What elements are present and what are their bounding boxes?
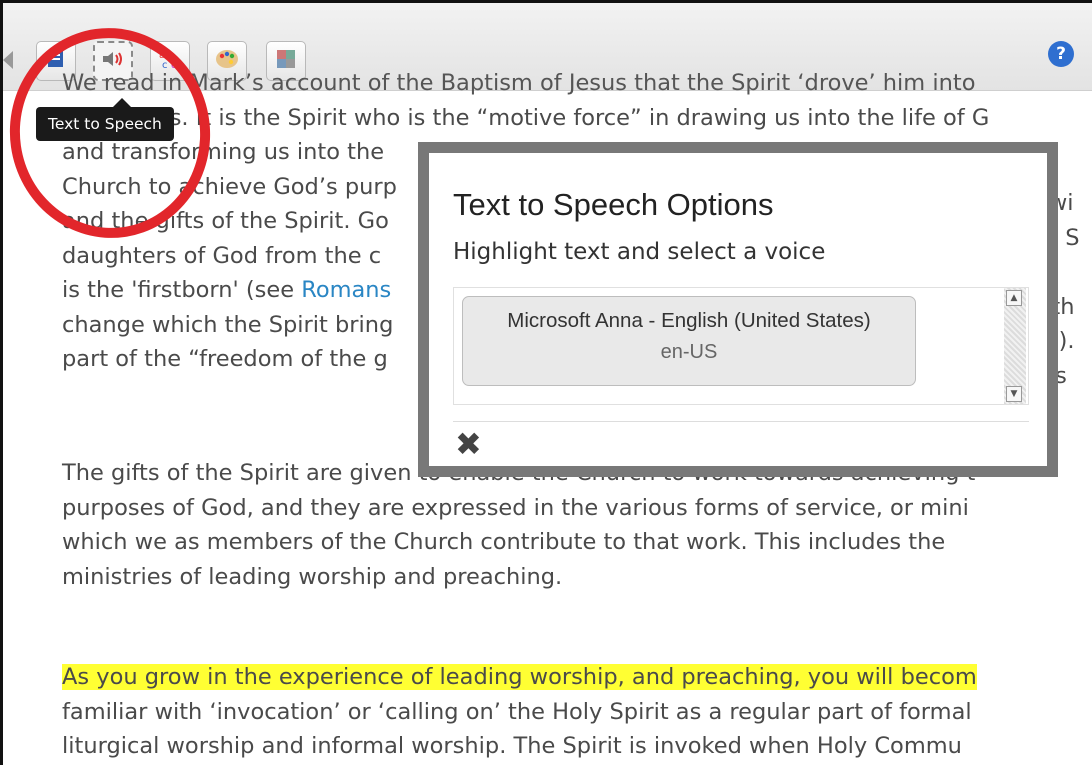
voice-option[interactable]: Microsoft Anna - English (United States)…	[462, 296, 916, 386]
scroll-down-icon[interactable]: ▼	[1006, 386, 1022, 402]
text-to-speech-tooltip: Text to Speech	[36, 107, 174, 141]
voice-name: Microsoft Anna - English (United States)	[507, 309, 871, 332]
highlighted-text: As you grow in the experience of leading…	[62, 664, 977, 690]
help-button[interactable]: ?	[1048, 41, 1074, 67]
tooltip-arrow	[113, 98, 131, 107]
paragraph-invocation: As you grow in the experience of leading…	[62, 660, 977, 764]
close-icon[interactable]: ✖	[455, 425, 482, 463]
voice-list: Microsoft Anna - English (United States)…	[453, 287, 1029, 405]
text-fragment: is the 'firstborn' (see	[62, 277, 302, 303]
romans-link[interactable]: Romans	[301, 277, 391, 303]
text-to-speech-dialog: Text to Speech Options Highlight text an…	[418, 142, 1058, 477]
text-line: which we as members of the Church contri…	[62, 529, 946, 555]
text-line: ministries of leading worship and preach…	[62, 563, 563, 590]
toolbar-scroll-left-icon[interactable]	[3, 51, 13, 69]
dialog-subtitle: Highlight text and select a voice	[453, 239, 826, 265]
text-line: purposes of God, and they are expressed …	[62, 494, 969, 521]
text-line: We read in Mark’s account of the Baptism…	[62, 70, 976, 96]
dialog-title: Text to Speech Options	[453, 187, 774, 222]
text-line: familiar with ‘invocation’ or ‘calling o…	[62, 698, 972, 725]
text-line: wilderness. It is the Spirit who is the …	[62, 104, 990, 131]
highlighted-text-line: As you grow in the experience of leading…	[62, 660, 977, 695]
dialog-divider	[453, 421, 1029, 422]
scroll-up-icon[interactable]: ▲	[1006, 290, 1022, 306]
voice-list-scrollbar[interactable]: ▲ ▼	[1004, 288, 1026, 404]
help-icon: ?	[1048, 41, 1074, 67]
voice-language-code: en-US	[660, 341, 718, 363]
text-line: liturgical worship and informal worship.…	[62, 733, 962, 759]
